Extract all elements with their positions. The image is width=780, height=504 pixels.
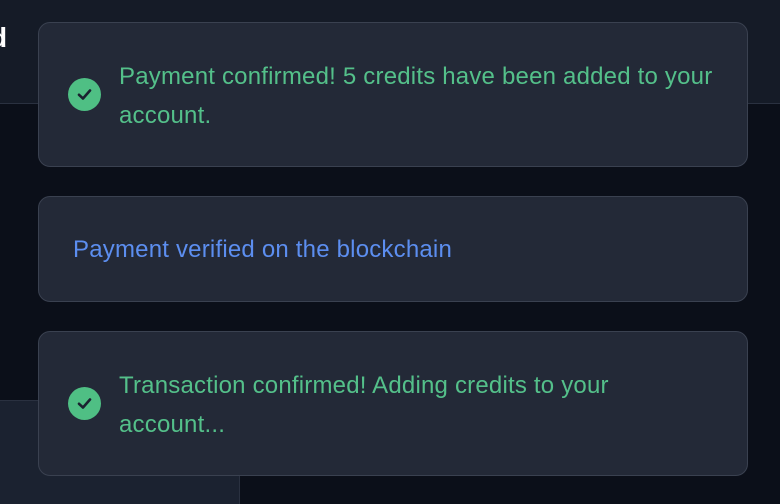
header-title: d — [0, 20, 7, 56]
app-viewport: d Payment confirmed! 5 credits have been… — [0, 0, 780, 504]
toast-success-payment[interactable]: Payment confirmed! 5 credits have been a… — [38, 22, 748, 167]
toast-success-transaction[interactable]: Transaction confirmed! Adding credits to… — [38, 331, 748, 476]
toast-info-verified[interactable]: Payment verified on the blockchain — [38, 196, 748, 302]
toast-message: Payment confirmed! 5 credits have been a… — [119, 63, 713, 129]
toast-message: Payment verified on the blockchain — [73, 236, 453, 263]
toast-message: Transaction confirmed! Adding credits to… — [119, 372, 609, 438]
check-circle-icon — [68, 387, 101, 420]
check-circle-icon — [68, 78, 101, 111]
